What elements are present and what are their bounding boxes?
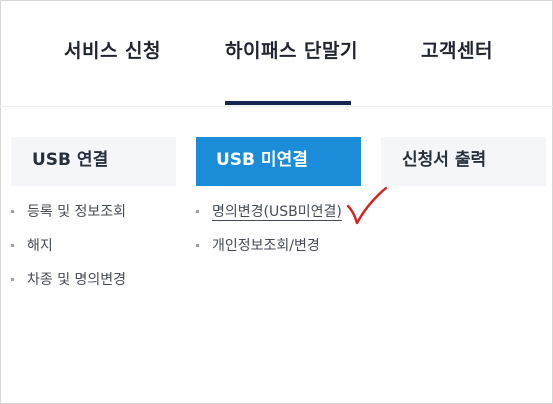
menu-item-label: 등록 및 정보조회 [27,204,127,220]
menu-item-register-and-lookup[interactable]: 등록 및 정보조회 [11,201,126,235]
menu-item-personal-info[interactable]: 개인정보조회/변경 [196,235,342,269]
menu-item-cancel[interactable]: 해지 [11,235,126,269]
bullet-icon [196,210,199,213]
menu-item-label: 명의변경(USB미연결) [212,204,342,221]
tab-hipass-device[interactable]: 하이패스 단말기 [225,36,358,66]
tab-customer-center[interactable]: 고객센터 [421,36,493,66]
menu-item-label: 개인정보조회/변경 [212,238,320,254]
menu-item-vehicle-and-owner-change[interactable]: 차종 및 명의변경 [11,269,126,303]
bullet-icon [11,244,14,247]
category-usb-connected[interactable]: USB 연결 [11,137,176,186]
top-navigation: 서비스 신청 하이패스 단말기 고객센터 [0,0,553,107]
tab-service-application[interactable]: 서비스 신청 [64,36,161,66]
red-check-mark-icon [346,186,388,225]
menu-item-label: 해지 [27,238,53,254]
bullet-icon [11,210,14,213]
category-usb-not-connected[interactable]: USB 미연결 [196,137,361,186]
menu-item-label: 차종 및 명의변경 [27,272,127,288]
bullet-icon [196,244,199,247]
usb-not-connected-menu: 명의변경(USB미연결) 개인정보조회/변경 [196,201,342,269]
active-tab-indicator [225,101,351,105]
menu-item-owner-change-no-usb[interactable]: 명의변경(USB미연결) [196,201,342,235]
category-print-application-form[interactable]: 신청서 출력 [381,137,546,186]
bullet-icon [11,278,14,281]
usb-connected-menu: 등록 및 정보조회 해지 차종 및 명의변경 [11,201,126,303]
